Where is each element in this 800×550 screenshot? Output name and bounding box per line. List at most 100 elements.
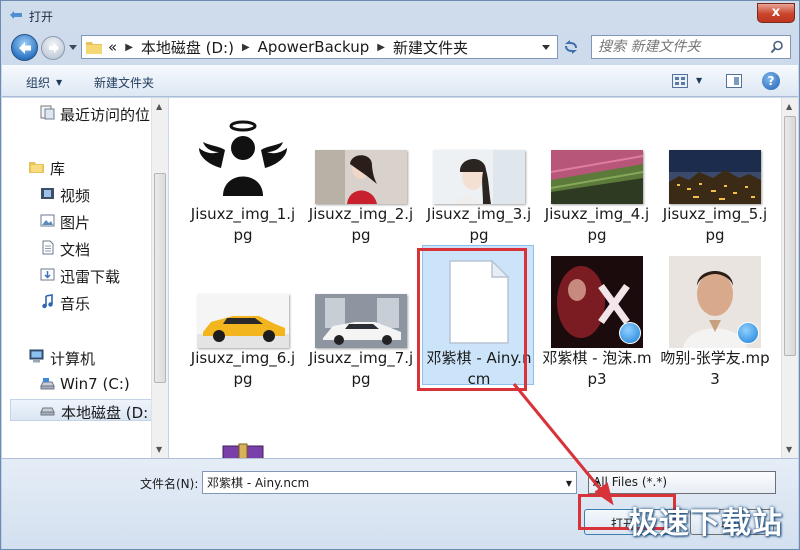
file-list-scrollbar[interactable]: ▲ ▼ [781,98,798,458]
scroll-down-icon[interactable]: ▼ [156,445,162,454]
video-icon [41,188,54,199]
search-box[interactable] [591,35,791,59]
nav-item-recent-places[interactable]: 最近访问的位 [2,102,151,124]
file-item[interactable]: 吻别-张学友.mp3 [659,246,771,388]
photo-woman-red-icon [315,150,407,204]
file-item[interactable]: Jisuxz_img_3.jpg [423,102,535,244]
image-thumbnail [551,112,643,204]
chevron-down-icon[interactable]: ▼ [566,479,572,488]
chevron-down-icon: ▼ [593,479,600,488]
breadcrumb-separator-icon[interactable]: ▶ [242,42,250,53]
scroll-up-icon[interactable]: ▲ [156,102,162,111]
close-icon: x [771,5,781,20]
address-history-dropdown-icon[interactable] [541,42,551,52]
address-bar[interactable]: « ▶ 本地磁盘 (D:) ▶ ApowerBackup ▶ 新建文件夹 [81,35,558,59]
search-input[interactable] [592,36,762,58]
title-bar[interactable]: 打开 x [1,1,799,31]
photo-yellow-car-icon [197,294,289,348]
file-name: Jisuxz_img_4.jpg [544,205,650,244]
nav-item-label: 音乐 [60,295,91,313]
image-thumbnail [669,112,761,204]
file-list[interactable]: Jisuxz_img_1.jpg Jisuxz_img_2.jpg Jisuxz… [169,98,781,458]
app-icon [10,11,22,19]
file-item[interactable]: Jisuxz_img_2.jpg [305,102,417,244]
scroll-down-icon[interactable]: ▼ [786,445,792,454]
angel-avatar-thumbnail [197,112,289,204]
file-name: 吻别-张学友.mp3 [660,349,770,388]
nav-item-label: 图片 [60,214,91,232]
photo-night-city-icon [669,150,761,204]
nav-item-documents[interactable]: 文档 [2,237,151,259]
drive-icon [40,407,55,416]
back-button[interactable] [11,34,38,61]
scrollbar-thumb[interactable] [154,173,166,383]
nav-item-drive-d[interactable]: 本地磁盘 (D: [10,399,151,422]
nav-item-music[interactable]: 音乐 [2,291,151,313]
photo-woman-bright-icon [433,150,525,204]
file-name: Jisuxz_img_6.jpg [190,349,296,388]
download-icon [40,268,55,281]
close-button[interactable]: x [757,3,795,23]
file-item[interactable] [187,390,299,458]
documents-icon [42,240,54,255]
view-options-dropdown-icon[interactable]: ▼ [696,76,702,85]
breadcrumb-separator-icon[interactable]: ▶ [377,42,385,53]
breadcrumb-overflow[interactable]: « [108,38,117,56]
computer-icon [29,349,44,363]
nav-item-computer[interactable]: 计算机 [2,346,151,368]
image-thumbnail [433,112,525,204]
preview-pane-button[interactable] [726,74,742,88]
change-view-button[interactable] [672,74,688,88]
image-thumbnail [315,112,407,204]
scrollbar-thumb[interactable] [784,116,796,356]
breadcrumb-apowerbackup[interactable]: ApowerBackup [258,38,370,56]
organize-label: 组织 [26,76,51,90]
file-item[interactable]: Jisuxz_img_6.jpg [187,246,299,388]
album-art-thumbnail [669,256,761,348]
forward-button[interactable] [41,36,65,60]
nav-item-label: 计算机 [50,350,96,368]
breadcrumb-new-folder[interactable]: 新建文件夹 [393,37,468,58]
music-icon [42,294,53,309]
file-name-field[interactable]: ▼ [202,471,577,494]
nav-item-drive-c[interactable]: Win7 (C:) [2,373,151,395]
new-folder-button[interactable]: 新建文件夹 [94,74,154,91]
file-item[interactable]: Jisuxz_img_1.jpg [187,102,299,244]
breadcrumb-separator-icon[interactable]: ▶ [125,42,133,53]
chevron-down-icon: ▼ [56,78,63,87]
file-name: Jisuxz_img_3.jpg [426,205,532,244]
nav-item-library[interactable]: 库 [2,156,151,178]
nav-item-videos[interactable]: 视频 [2,183,151,205]
file-item[interactable]: 邓紫棋 - 泡沫.mp3 [541,246,653,388]
file-type-select[interactable]: All Files (*.*) ▼ [588,471,776,494]
winrar-archive-icon [222,443,264,458]
help-button[interactable]: ? [762,72,780,90]
back-arrow-icon [19,42,31,54]
breadcrumb-drive[interactable]: 本地磁盘 (D:) [141,37,234,58]
file-item-selected[interactable]: 邓紫棋 - Ainy.ncm [422,245,534,388]
view-icon [675,77,685,85]
nav-item-thunder-downloads[interactable]: 迅雷下载 [2,264,151,286]
file-item[interactable]: Jisuxz_img_4.jpg [541,102,653,244]
organize-menu-button[interactable]: 组织 ▼ [26,74,62,91]
nav-item-pictures[interactable]: 图片 [2,210,151,232]
scroll-up-icon[interactable]: ▲ [786,102,792,111]
search-icon[interactable] [770,40,784,54]
file-item[interactable]: Jisuxz_img_5.jpg [659,102,771,244]
nav-item-label: 迅雷下载 [60,268,121,286]
file-name-input[interactable] [203,472,558,493]
blank-document-icon [449,259,510,344]
file-name: Jisuxz_img_2.jpg [308,205,414,244]
file-name: Jisuxz_img_1.jpg [190,205,296,244]
file-name: Jisuxz_img_7.jpg [308,349,414,388]
refresh-icon[interactable] [561,37,581,57]
navigation-scrollbar[interactable]: ▲ ▼ [151,98,168,458]
site-watermark: 极速下载站 [628,506,783,541]
file-item[interactable]: Jisuxz_img_7.jpg [305,246,417,388]
document-thumbnail [433,256,525,348]
navigation-pane[interactable]: 最近访问的位 库 视频 图片 文档 迅雷下载 音乐 计算机 Win7 (C:) … [2,98,152,458]
nav-item-label: 视频 [60,187,91,205]
nav-item-label: 最近访问的位 [60,106,151,124]
recent-pages-dropdown-icon[interactable] [68,42,78,52]
command-bar: 组织 ▼ 新建文件夹 ▼ ? [2,65,798,97]
